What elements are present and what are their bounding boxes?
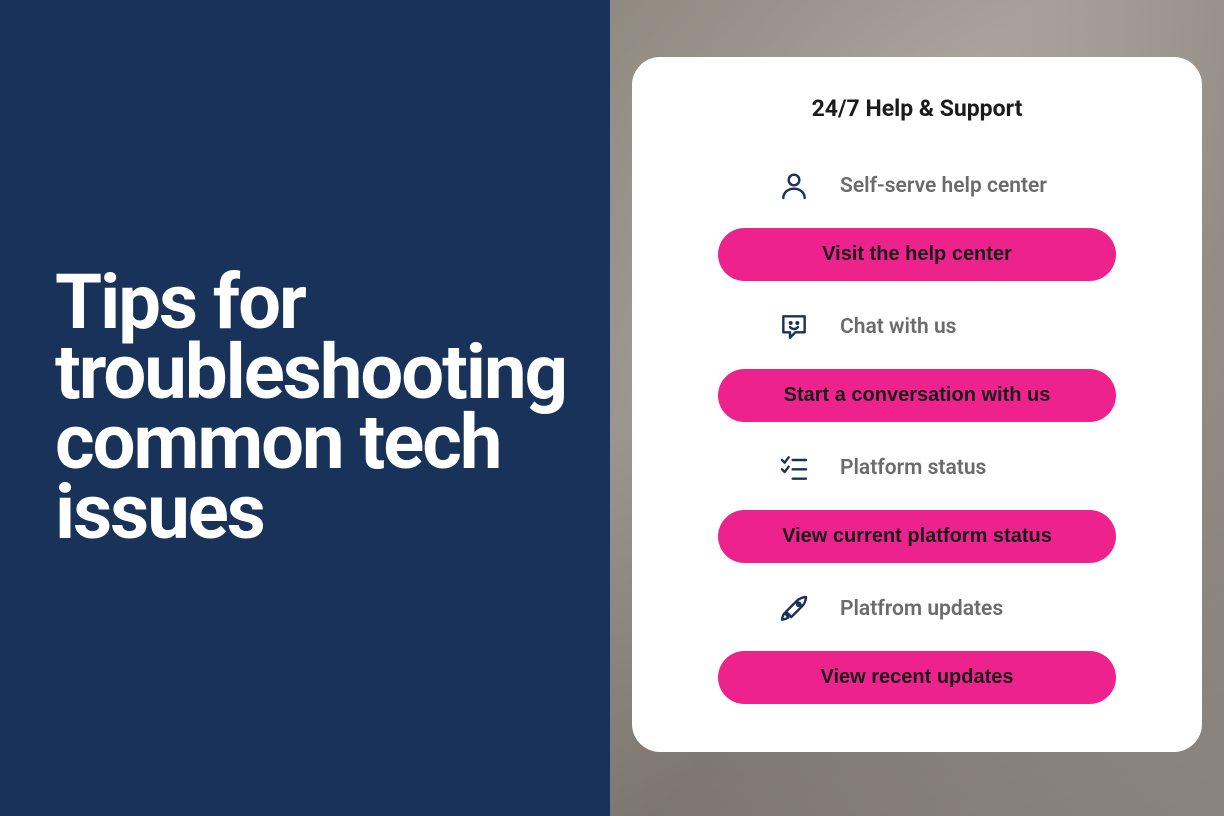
section-platform-status: Platform status View current platform st… [718, 450, 1116, 563]
section-label: Chat with us [840, 315, 956, 339]
section-chat: Chat with us Start a conversation with u… [718, 309, 1116, 422]
section-label: Self-serve help center [840, 174, 1047, 198]
section-header: Platfrom updates [718, 591, 1116, 627]
right-panel: 24/7 Help & Support Self-serve help cent… [610, 0, 1224, 816]
visit-help-center-button[interactable]: Visit the help center [718, 228, 1116, 281]
section-header: Chat with us [718, 309, 1116, 345]
page-title: Tips for troubleshooting common tech iss… [55, 268, 570, 548]
person-icon [776, 168, 812, 204]
help-support-card: 24/7 Help & Support Self-serve help cent… [632, 57, 1202, 752]
section-header: Self-serve help center [718, 168, 1116, 204]
checklist-icon [776, 450, 812, 486]
section-label: Platfrom updates [840, 597, 1003, 621]
view-recent-updates-button[interactable]: View recent updates [718, 651, 1116, 704]
card-title: 24/7 Help & Support [718, 95, 1116, 122]
left-panel: Tips for troubleshooting common tech iss… [0, 0, 610, 816]
section-help-center: Self-serve help center Visit the help ce… [718, 168, 1116, 281]
section-header: Platform status [718, 450, 1116, 486]
start-conversation-button[interactable]: Start a conversation with us [718, 369, 1116, 422]
rocket-icon [776, 591, 812, 627]
view-platform-status-button[interactable]: View current platform status [718, 510, 1116, 563]
chat-smile-icon [776, 309, 812, 345]
section-label: Platform status [840, 456, 986, 480]
section-platform-updates: Platfrom updates View recent updates [718, 591, 1116, 704]
